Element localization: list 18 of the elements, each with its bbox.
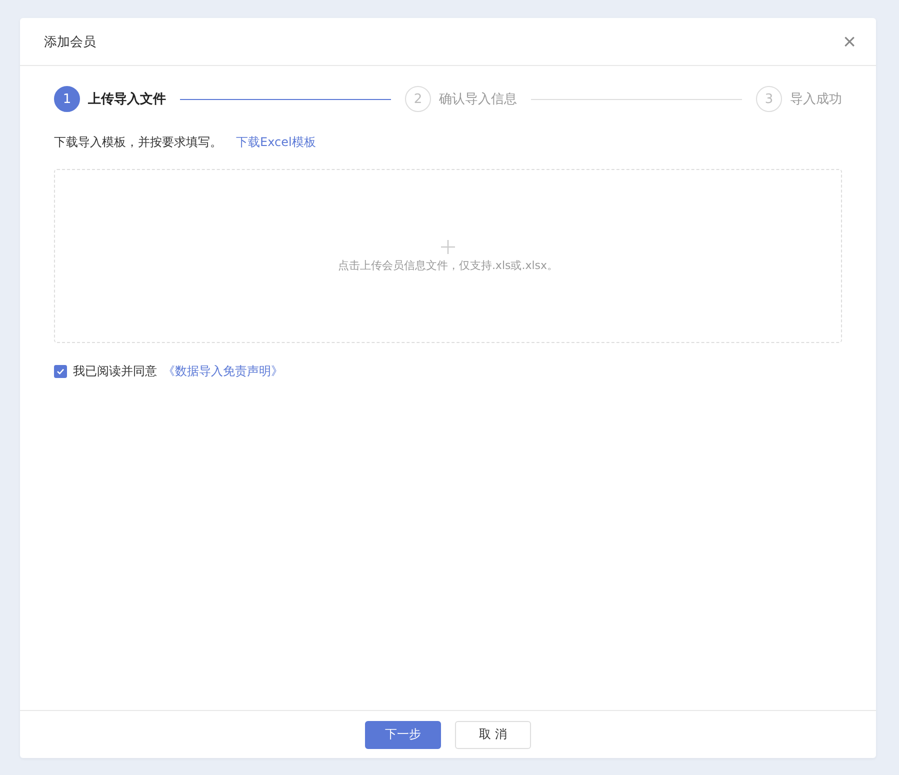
agreement-text: 我已阅读并同意 <box>73 363 157 380</box>
plus-icon <box>441 240 455 254</box>
step-number: 1 <box>54 86 80 112</box>
step-label: 上传导入文件 <box>88 90 166 108</box>
template-instruction: 下载导入模板，并按要求填写。 <box>54 134 222 151</box>
check-icon <box>56 367 65 376</box>
dialog-title: 添加会员 <box>44 34 96 50</box>
step-number: 3 <box>756 86 782 112</box>
disclaimer-link[interactable]: 《数据导入免责声明》 <box>163 363 283 380</box>
download-template-link[interactable]: 下载Excel模板 <box>236 134 316 151</box>
step-number: 2 <box>405 86 431 112</box>
upload-area[interactable]: 点击上传会员信息文件，仅支持.xls或.xlsx。 <box>54 169 842 343</box>
next-button[interactable]: 下一步 <box>365 720 441 748</box>
step-label: 导入成功 <box>790 91 842 108</box>
close-button[interactable]: × <box>843 30 856 52</box>
cancel-button[interactable]: 取 消 <box>455 720 531 748</box>
step-label: 确认导入信息 <box>439 91 517 108</box>
agreement-checkbox[interactable] <box>54 365 67 378</box>
